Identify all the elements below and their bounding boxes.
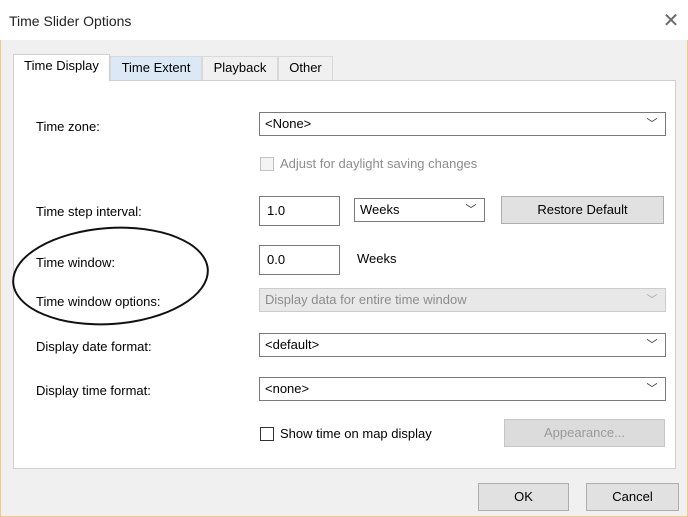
appearance-button[interactable]: Appearance...: [504, 419, 665, 447]
display-date-format-select[interactable]: <default> ﹀: [259, 333, 666, 357]
time-zone-value: <None>: [265, 116, 312, 131]
show-time-on-map-checkbox[interactable]: [260, 427, 274, 441]
time-slider-options-dialog: Time Slider Options ✕ Time Display Time …: [0, 0, 688, 517]
time-window-unit: Weeks: [357, 251, 397, 266]
time-window-input[interactable]: 0.0: [259, 245, 340, 275]
daylight-saving-checkbox[interactable]: [260, 157, 274, 171]
title-bar: Time Slider Options ✕: [0, 0, 688, 40]
display-time-format-label: Display time format:: [36, 383, 151, 398]
time-window-options-select[interactable]: Display data for entire time window ﹀: [259, 288, 666, 312]
time-zone-select[interactable]: <None> ﹀: [259, 112, 666, 136]
tab-time-extent[interactable]: Time Extent: [110, 56, 202, 80]
time-step-unit-value: Weeks: [360, 202, 400, 217]
tab-playback[interactable]: Playback: [202, 56, 278, 80]
cancel-button[interactable]: Cancel: [586, 483, 679, 511]
time-step-interval-input[interactable]: 1.0: [259, 196, 340, 226]
chevron-down-icon: ﹀: [646, 118, 658, 130]
chevron-down-icon: ﹀: [646, 339, 658, 351]
chevron-down-icon: ﹀: [646, 383, 658, 395]
ok-button[interactable]: OK: [478, 483, 569, 511]
window-title: Time Slider Options: [9, 13, 132, 29]
time-zone-label: Time zone:: [36, 119, 100, 134]
display-time-format-value: <none>: [265, 381, 310, 396]
chevron-down-icon: ﹀: [465, 204, 477, 216]
tab-time-display[interactable]: Time Display: [13, 54, 110, 81]
daylight-saving-label: Adjust for daylight saving changes: [280, 156, 478, 171]
display-time-format-select[interactable]: <none> ﹀: [259, 377, 666, 401]
time-window-label: Time window:: [36, 255, 115, 270]
time-display-panel: Time zone: <None> ﹀ Adjust for daylight …: [13, 80, 676, 469]
tab-other[interactable]: Other: [278, 56, 333, 80]
time-window-options-label: Time window options:: [36, 294, 161, 309]
restore-default-button[interactable]: Restore Default: [501, 196, 664, 224]
display-date-format-value: <default>: [265, 337, 320, 352]
time-step-unit-select[interactable]: Weeks ﹀: [354, 198, 485, 222]
time-window-options-value: Display data for entire time window: [265, 292, 467, 307]
close-icon[interactable]: ✕: [658, 8, 684, 34]
display-date-format-label: Display date format:: [36, 339, 152, 354]
chevron-down-icon: ﹀: [646, 294, 658, 306]
time-step-interval-label: Time step interval:: [36, 204, 142, 219]
show-time-on-map-label: Show time on map display: [280, 426, 432, 441]
